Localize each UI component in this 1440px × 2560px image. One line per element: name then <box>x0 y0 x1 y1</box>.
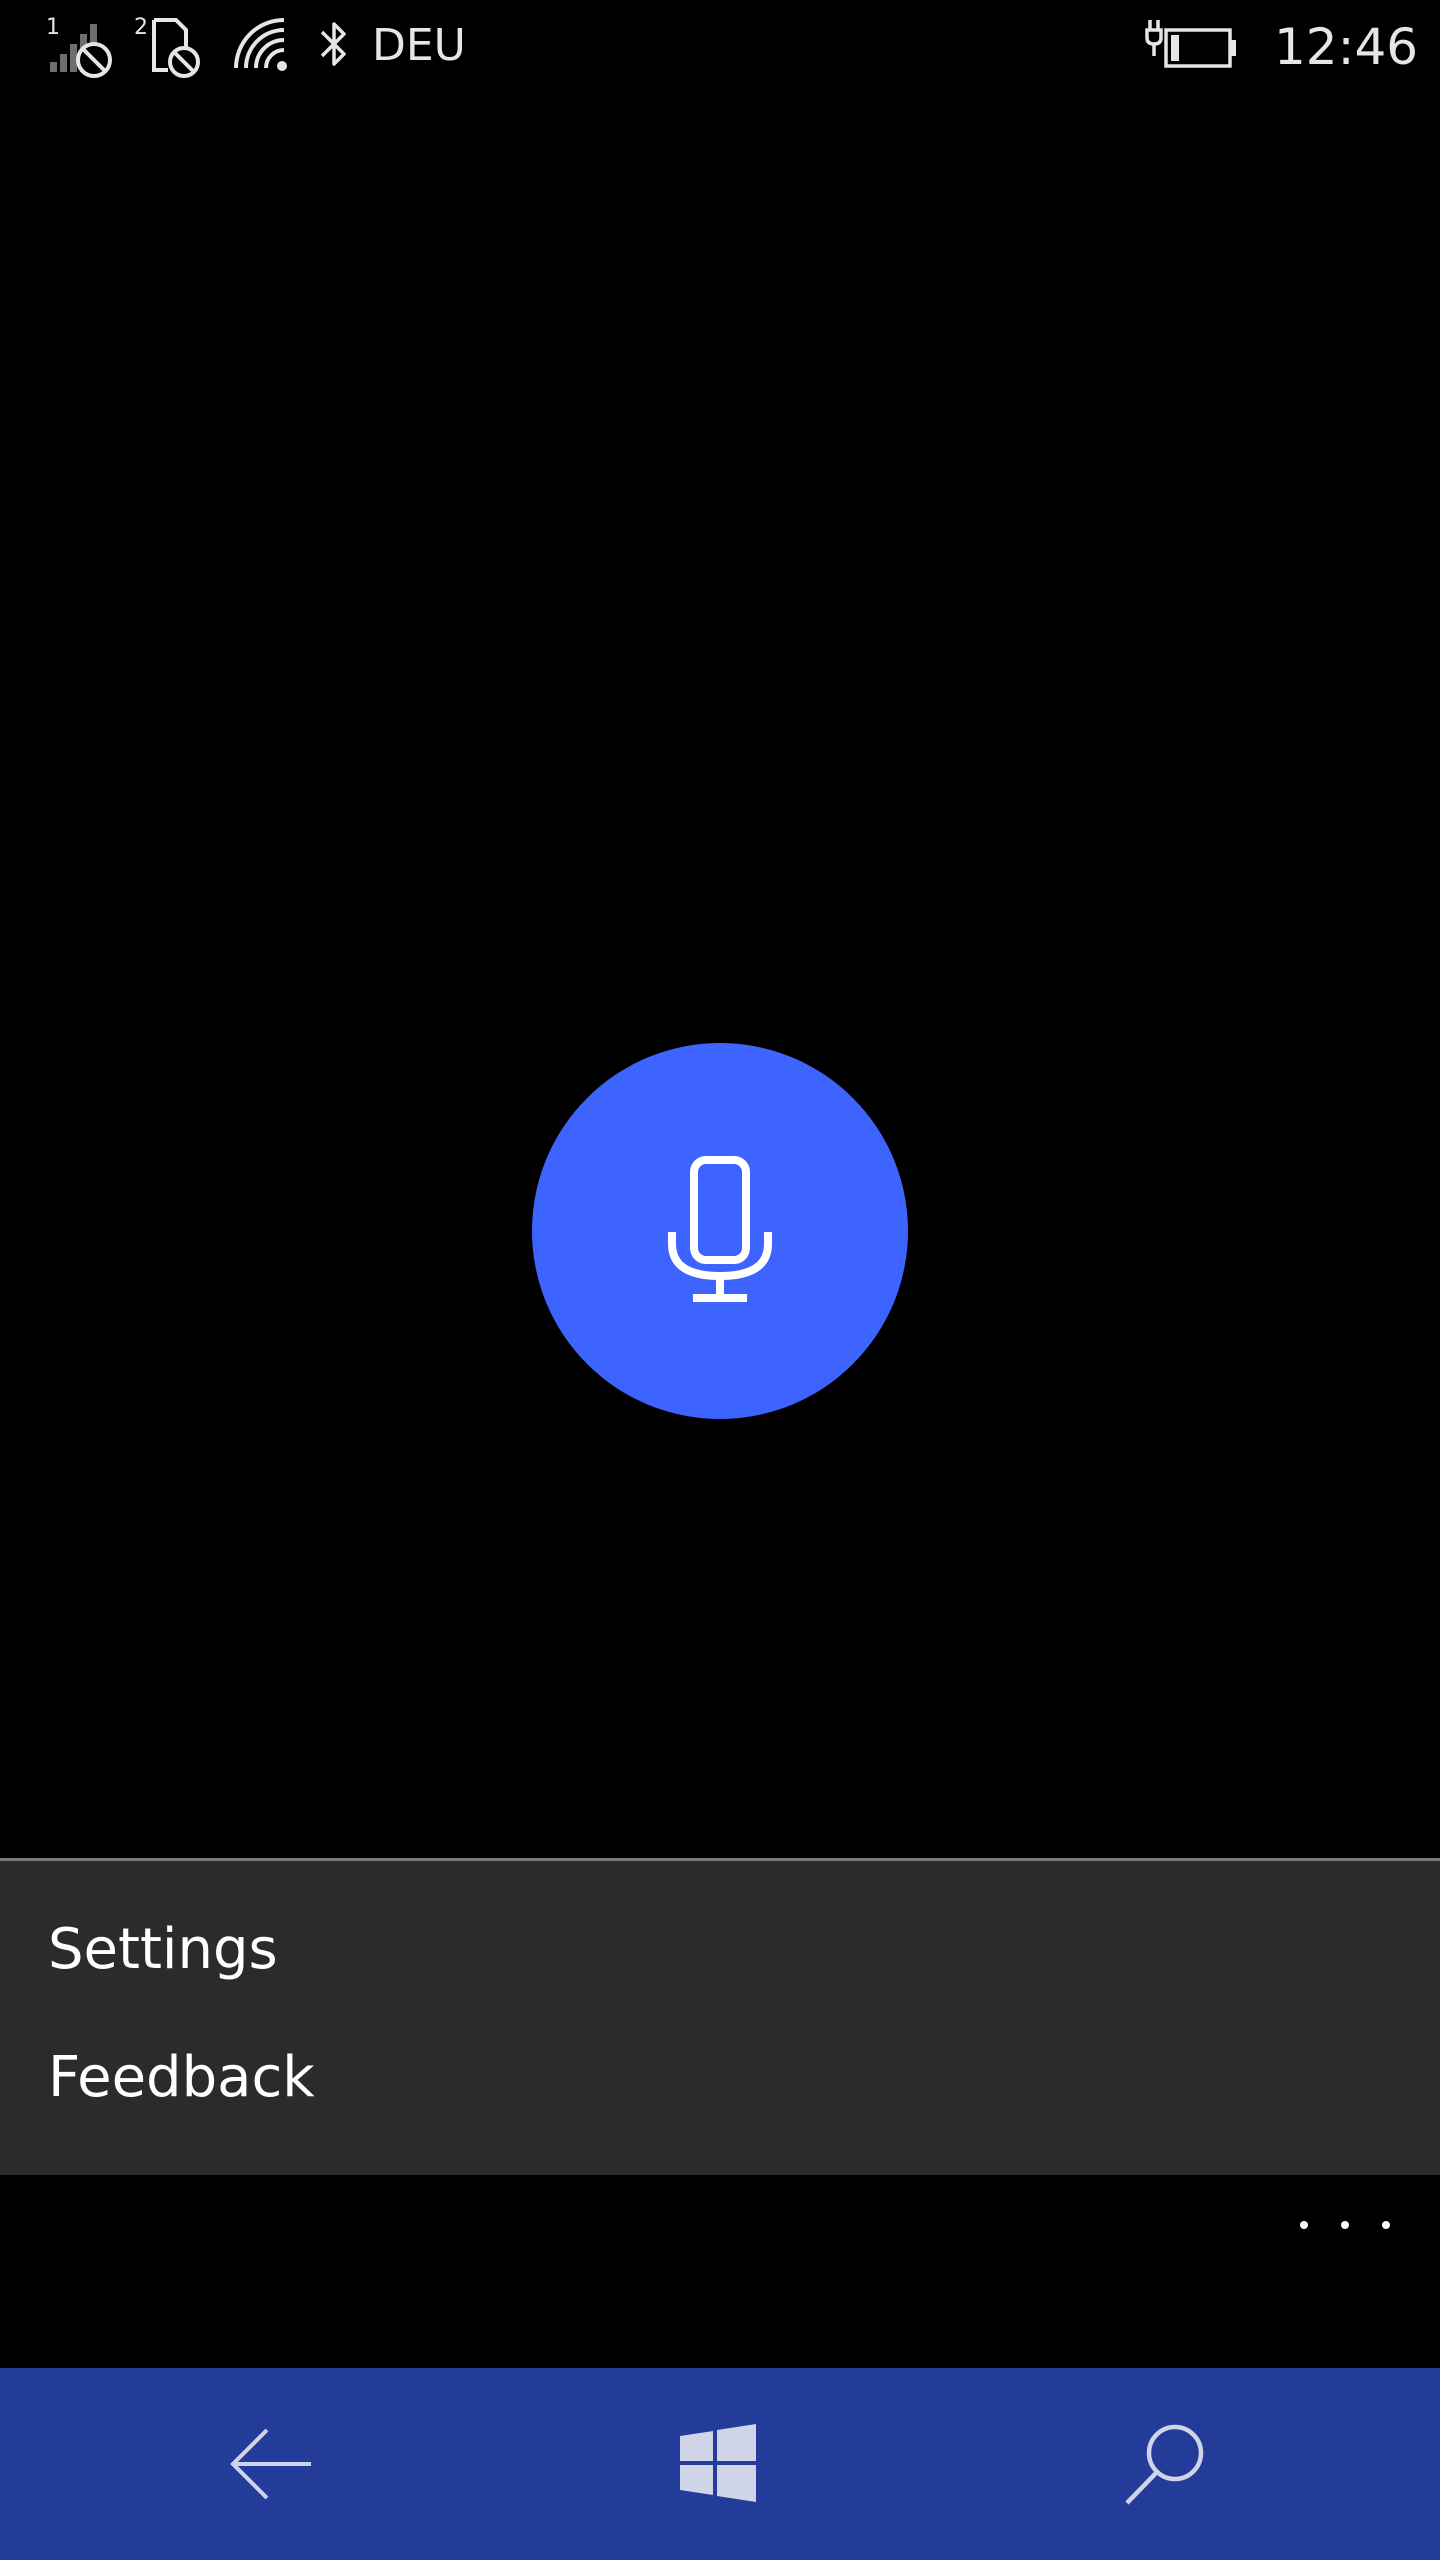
microphone-icon <box>668 1156 772 1302</box>
microphone-button[interactable] <box>532 1043 908 1419</box>
windows-start-icon <box>680 2424 756 2502</box>
back-button[interactable] <box>172 2368 372 2560</box>
status-bar: 1 2 DEU 12:46 <box>0 0 1440 100</box>
battery-charging-icon <box>1145 20 1236 68</box>
bluetooth-icon <box>320 22 346 66</box>
input-language-indicator: DEU <box>372 20 466 71</box>
start-button[interactable] <box>618 2368 818 2560</box>
app-bar-menu: Settings Feedback <box>0 1861 1440 2175</box>
menu-item-settings[interactable]: Settings <box>48 1917 278 1982</box>
sim2-no-sim-icon: 2 <box>134 15 200 78</box>
sim2-label: 2 <box>134 15 148 40</box>
ellipsis-icon <box>1300 2221 1308 2229</box>
search-icon <box>1125 2424 1204 2505</box>
signal-sim1-no-service-icon: 1 <box>46 15 112 78</box>
navigation-bar <box>0 2368 1440 2560</box>
back-arrow-icon <box>230 2428 311 2500</box>
clock: 12:46 <box>1274 18 1419 76</box>
wifi-icon <box>234 18 287 71</box>
more-options-button[interactable] <box>1300 2200 1390 2250</box>
sim1-label: 1 <box>46 15 60 40</box>
search-button[interactable] <box>1066 2368 1266 2560</box>
menu-item-feedback[interactable]: Feedback <box>48 2045 315 2110</box>
